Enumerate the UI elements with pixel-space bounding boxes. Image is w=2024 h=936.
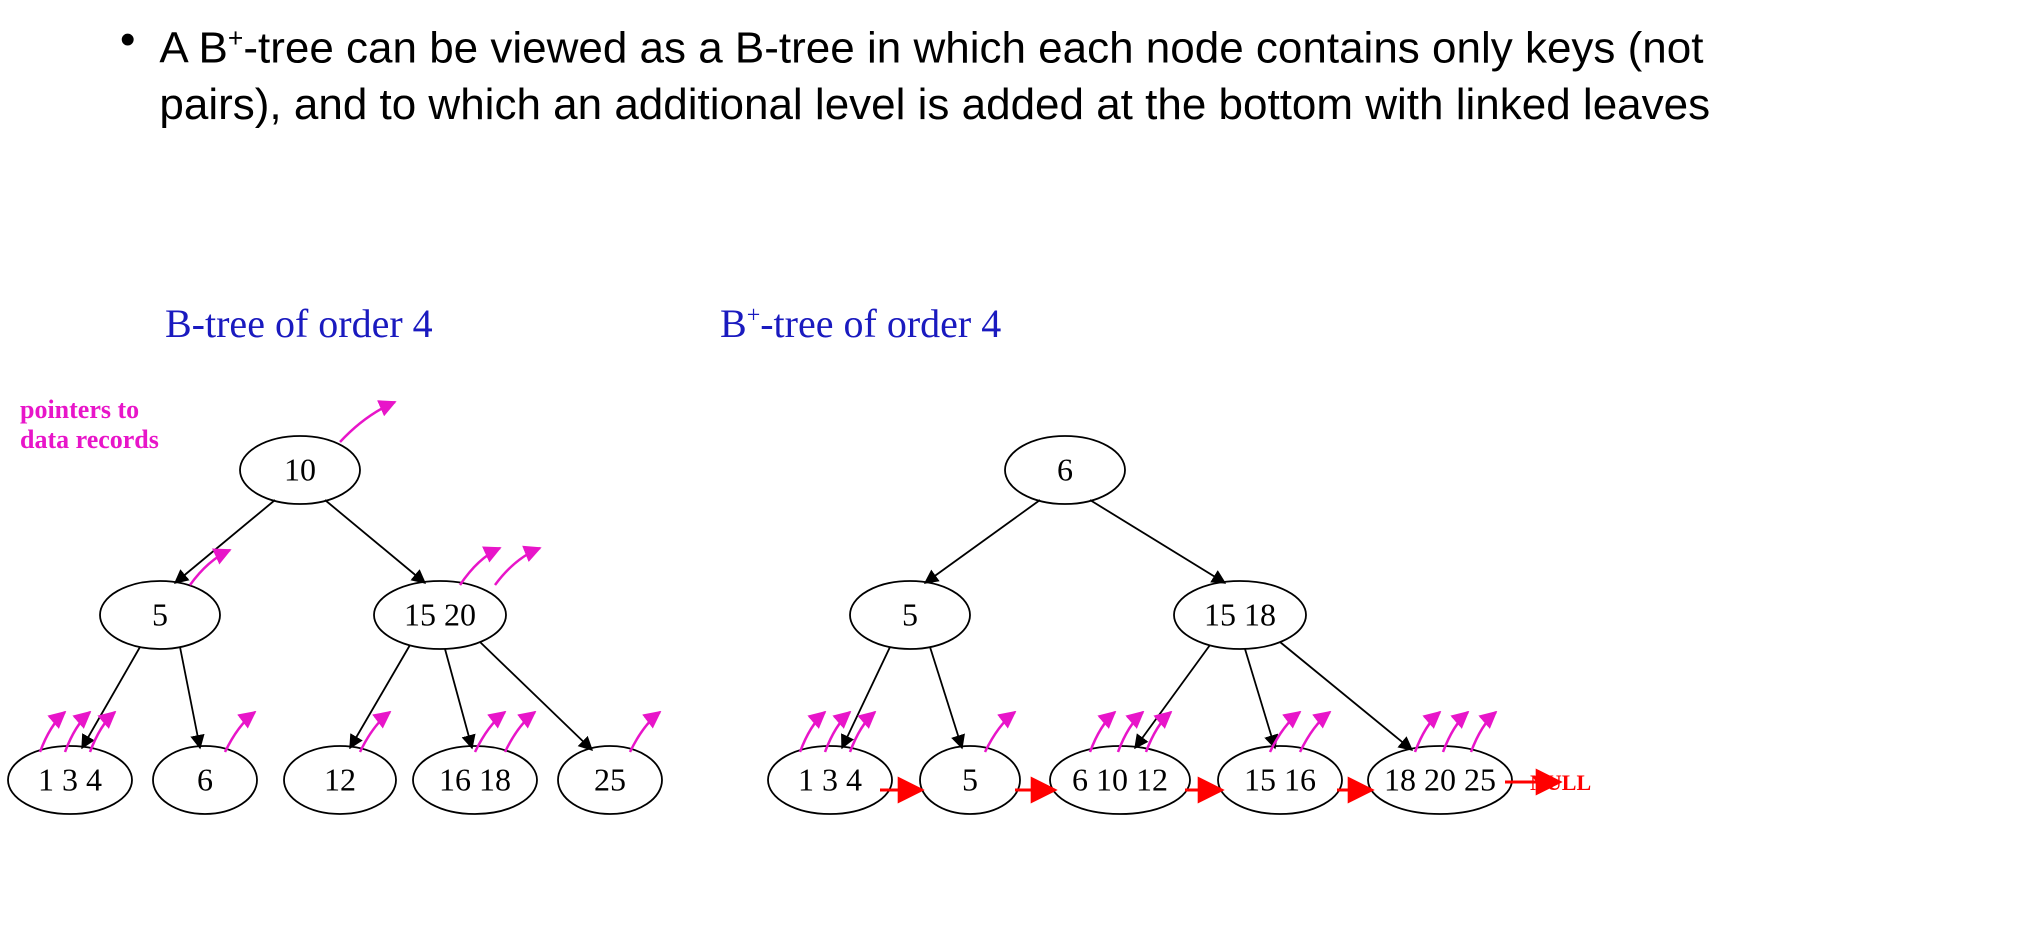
edge (445, 649, 472, 748)
bplus-leaf3-label: 6 10 12 (1072, 762, 1168, 799)
data-pointer-icon (1146, 712, 1171, 752)
btree-root-label: 10 (284, 452, 316, 489)
data-pointer-icon (225, 712, 255, 752)
btree-leaf4-label: 16 18 (439, 762, 511, 799)
btree-leaf3-label: 12 (324, 762, 356, 799)
data-pointer-icon (1300, 712, 1330, 752)
edge (842, 647, 890, 748)
data-pointer-icon (850, 712, 875, 752)
edge (325, 500, 425, 583)
data-pointer-icon (460, 548, 500, 585)
edge (1090, 500, 1225, 583)
bplus-l1a-label: 5 (902, 597, 918, 634)
data-pointer-icon (1471, 712, 1496, 752)
btree-leaf5-label: 25 (594, 762, 626, 799)
data-pointer-icon (630, 712, 660, 752)
bplus-root-label: 6 (1057, 452, 1073, 489)
edge (1245, 649, 1275, 748)
edge (82, 647, 140, 748)
edge (480, 642, 592, 750)
btree-leaf2-label: 6 (197, 762, 213, 799)
edge (180, 647, 200, 748)
data-pointer-icon (90, 712, 115, 752)
data-pointer-icon (340, 402, 395, 442)
edge (925, 500, 1040, 583)
bplus-leaf2-label: 5 (962, 762, 978, 799)
edge (350, 645, 410, 748)
edge (1135, 645, 1210, 748)
data-pointer-icon (985, 712, 1015, 752)
data-pointer-icon (505, 712, 535, 752)
bplus-leaf4-label: 15 16 (1244, 762, 1316, 799)
edge (1280, 642, 1412, 750)
data-pointer-icon (190, 550, 230, 585)
data-pointer-icon (495, 548, 540, 585)
bplus-leaf1-label: 1 3 4 (798, 762, 862, 799)
bplus-leaf5-label: 18 20 25 (1384, 762, 1496, 799)
data-pointer-icon (360, 712, 390, 752)
btree-l1a-label: 5 (152, 597, 168, 634)
edge (175, 500, 275, 583)
edge (930, 647, 962, 748)
btree-leaf1-label: 1 3 4 (38, 762, 102, 799)
bplus-l1b-label: 15 18 (1204, 597, 1276, 634)
btree-l1b-label: 15 20 (404, 597, 476, 634)
